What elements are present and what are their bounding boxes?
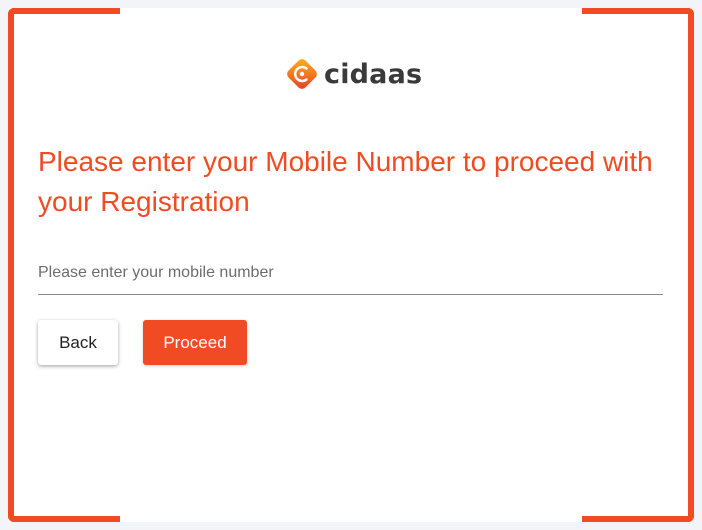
proceed-button[interactable]: Proceed (143, 320, 247, 365)
cidaas-logo-icon (284, 56, 320, 92)
brand-name: cidaas (324, 58, 423, 90)
brand-logo: cidaas (284, 54, 422, 94)
mobile-number-field (38, 260, 663, 295)
registration-card: cidaas Please enter your Mobile Number t… (8, 8, 694, 522)
mobile-number-input[interactable] (38, 260, 663, 286)
back-button[interactable]: Back (38, 320, 118, 365)
page-heading: Please enter your Mobile Number to proce… (38, 146, 653, 217)
